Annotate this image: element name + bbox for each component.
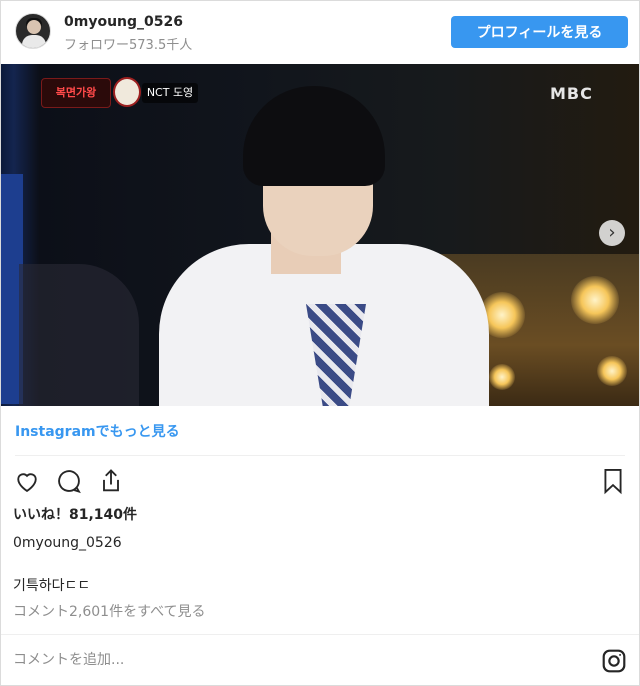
chevron-right-icon[interactable]: ›	[599, 220, 625, 246]
name-caption: NCT 도영	[142, 83, 198, 103]
heart-icon[interactable]	[11, 463, 43, 499]
divider	[15, 455, 625, 456]
caption-username[interactable]: 0myoung_0526	[13, 535, 122, 551]
bookmark-icon[interactable]	[597, 463, 629, 499]
share-icon[interactable]	[95, 463, 127, 499]
divider	[1, 634, 639, 635]
like-count: いいね！81,140件	[13, 507, 138, 523]
post-media[interactable]: 복면가왕 NCT 도영 MBC ›	[1, 64, 639, 406]
instagram-logo-icon[interactable]	[601, 648, 627, 674]
avatar[interactable]	[15, 13, 51, 49]
caption-text: 기특하다ㄷㄷ	[13, 578, 91, 594]
see-more-on-instagram-link[interactable]: Instagramでもっと見る	[15, 421, 180, 441]
action-bar	[1, 463, 639, 501]
mask-character-icon	[113, 77, 141, 107]
add-comment-input[interactable]	[13, 646, 573, 674]
follower-count: フォロワー573.5千人	[64, 38, 193, 53]
comment-icon[interactable]	[53, 463, 85, 499]
post-header: 0myoung_0526 フォロワー573.5千人 プロフィールを見る	[1, 1, 639, 63]
view-all-comments-link[interactable]: コメント2,601件をすべて見る	[13, 601, 206, 621]
show-logo: 복면가왕	[41, 78, 111, 108]
view-profile-button[interactable]: プロフィールを見る	[451, 16, 628, 48]
channel-logo: MBC	[550, 84, 593, 103]
instagram-embed: 0myoung_0526 フォロワー573.5千人 プロフィールを見る 복면가왕…	[0, 0, 640, 686]
username-link[interactable]: 0myoung_0526	[64, 14, 183, 30]
